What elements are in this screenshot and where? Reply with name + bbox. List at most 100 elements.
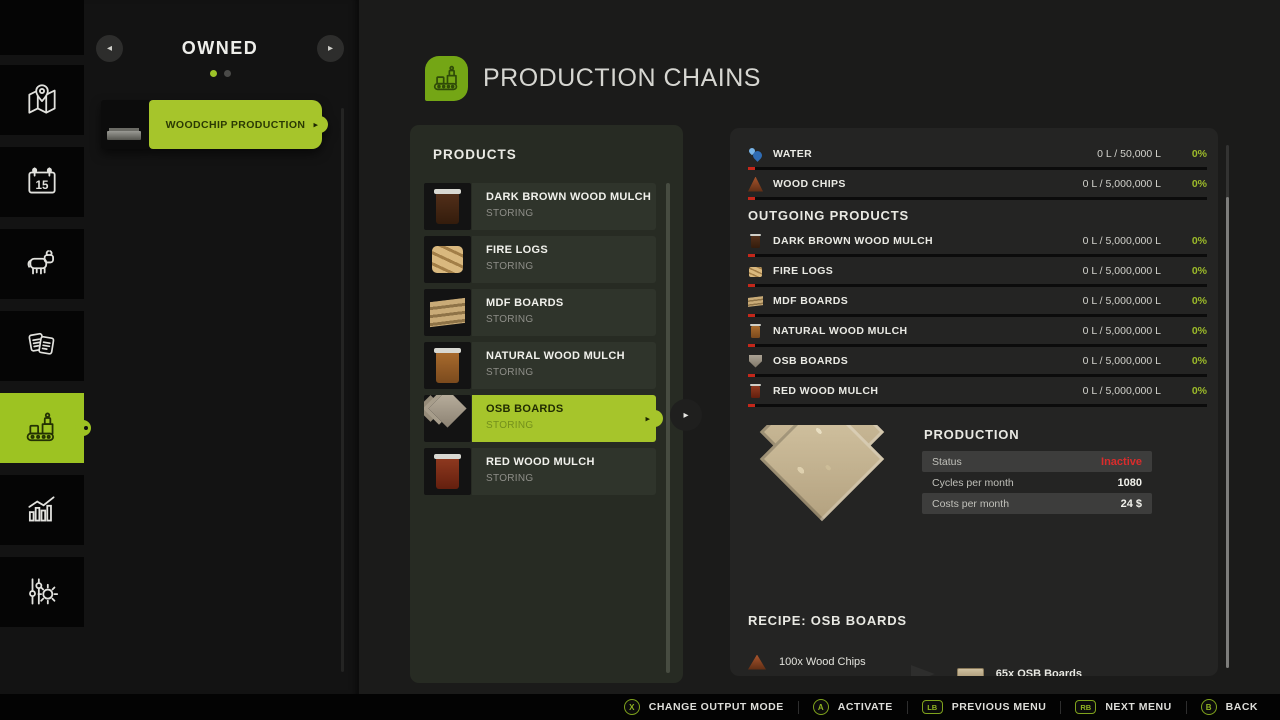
owned-item-label: WOODCHIP PRODUCTION (166, 119, 306, 131)
stock-amount: 0 L / 5,000,000 L (1083, 265, 1161, 277)
production-row-cycles: Cycles per month 1080 (922, 472, 1152, 493)
outgoing-products: DARK BROWN WOOD MULCH 0 L / 5,000,000 L … (748, 233, 1207, 407)
page-dots (96, 70, 344, 77)
production-info: PRODUCTION Status Inactive Cycles per mo… (755, 425, 1218, 553)
recipe-input: 100x Wood Chips (779, 656, 866, 668)
osb-boards-image (755, 425, 890, 553)
product-thumbnail (424, 183, 471, 230)
mdf-boards-icon (748, 294, 763, 309)
chevron-right-icon: ▸ (313, 119, 318, 130)
product-status: STORING (486, 367, 656, 378)
product-name: NATURAL WOOD MULCH (486, 350, 656, 362)
product-item-fire-logs[interactable]: FIRE LOGS STORING (424, 236, 656, 283)
product-name: FIRE LOGS (486, 244, 656, 256)
product-item-natural-wood-mulch[interactable]: NATURAL WOOD MULCH STORING (424, 342, 656, 389)
sidebar-item-statistics[interactable] (0, 475, 84, 545)
hint-label: ACTIVATE (838, 701, 893, 713)
previous-menu-button[interactable]: LB PREVIOUS MENU (908, 700, 1061, 714)
settings-icon (23, 573, 61, 611)
product-item-dark-brown-wood-mulch[interactable]: DARK BROWN WOOD MULCH STORING (424, 183, 656, 230)
stock-name: NATURAL WOOD MULCH (773, 325, 1083, 337)
owned-item-banner: WOODCHIP PRODUCTION ▸ (149, 100, 322, 149)
column-divider (358, 0, 359, 694)
row-value: 24 $ (1121, 498, 1142, 510)
activate-button[interactable]: A ACTIVATE (799, 699, 907, 715)
stock-name: WOOD CHIPS (773, 178, 1083, 190)
sidebar-item-finances[interactable] (0, 311, 84, 381)
owned-next-button[interactable]: ▸ (317, 35, 344, 62)
owned-title: OWNED (182, 38, 259, 59)
next-menu-button[interactable]: RB NEXT MENU (1061, 700, 1185, 714)
outgoing-products-title: OUTGOING PRODUCTS (748, 208, 1207, 223)
production-chains-icon (425, 56, 468, 101)
dark-brown-wood-mulch-icon (748, 234, 763, 249)
fill-bar (748, 404, 1207, 407)
product-name: MDF BOARDS (486, 297, 656, 309)
gamepad-rb-icon: RB (1075, 700, 1096, 714)
detail-scrollbar[interactable] (1226, 145, 1229, 668)
owned-header: ◂ OWNED ▸ (96, 35, 344, 62)
stock-row-water: WATER 0 L / 50,000 L 0% (748, 146, 1207, 162)
hint-label: BACK (1226, 701, 1258, 713)
fire-logs-icon (748, 264, 763, 279)
stock-row-red-wood-mulch: RED WOOD MULCH 0 L / 5,000,000 L 0% (748, 383, 1207, 399)
page-title: PRODUCTION CHAINS (483, 64, 761, 93)
product-item-red-wood-mulch[interactable]: RED WOOD MULCH STORING (424, 448, 656, 495)
production-row-costs: Costs per month 24 $ (922, 493, 1152, 514)
stock-name: RED WOOD MULCH (773, 385, 1083, 397)
stock-row-fire-logs: FIRE LOGS 0 L / 5,000,000 L 0% (748, 263, 1207, 279)
controller-hints-bar: X CHANGE OUTPUT MODE A ACTIVATE LB PREVI… (0, 694, 1280, 720)
hint-label: PREVIOUS MENU (952, 701, 1047, 713)
fill-bar (748, 314, 1207, 317)
owned-prev-button[interactable]: ◂ (96, 35, 123, 62)
product-status: STORING (486, 420, 656, 431)
chevron-right-icon: ▸ (683, 410, 688, 421)
production-title: PRODUCTION (924, 427, 1152, 442)
sidebar-item-animals[interactable] (0, 229, 84, 299)
fill-bar (748, 167, 1207, 170)
owned-item-woodchip-production[interactable]: WOODCHIP PRODUCTION ▸ (101, 100, 322, 149)
row-value: 1080 (1118, 477, 1142, 489)
stock-percent: 0% (1177, 385, 1207, 397)
product-name: OSB BOARDS (486, 403, 656, 415)
product-item-mdf-boards[interactable]: MDF BOARDS STORING (424, 289, 656, 336)
arrow-right-icon (911, 665, 935, 676)
sidebar-item-settings[interactable] (0, 557, 84, 627)
product-item-osb-boards-selected[interactable]: OSB BOARDS STORING ▸ (424, 395, 656, 442)
owned-scrollbar[interactable] (341, 108, 344, 672)
stock-name: MDF BOARDS (773, 295, 1083, 307)
products-scrollbar[interactable] (666, 183, 670, 673)
gamepad-b-icon: B (1201, 699, 1217, 715)
product-thumbnail (424, 236, 471, 283)
stock-amount: 0 L / 5,000,000 L (1083, 235, 1161, 247)
cow-icon (23, 245, 61, 283)
recipe-output: 65x OSB Boards (996, 668, 1082, 676)
calendar-icon: 15 (23, 163, 61, 201)
row-label: Status (932, 456, 1101, 468)
detail-panel: WATER 0 L / 50,000 L 0% WOOD CHIPS 0 L /… (730, 128, 1218, 676)
stock-percent: 0% (1177, 325, 1207, 337)
product-status: STORING (486, 208, 656, 219)
sidebar-item-calendar[interactable]: 15 (0, 147, 84, 217)
water-icon (748, 147, 763, 162)
stock-percent: 0% (1177, 148, 1207, 160)
hint-label: CHANGE OUTPUT MODE (649, 701, 784, 713)
expand-detail-arrow[interactable]: ▸ (670, 399, 702, 431)
product-name: RED WOOD MULCH (486, 456, 656, 468)
wood-chips-icon (748, 655, 766, 670)
stock-amount: 0 L / 5,000,000 L (1083, 295, 1161, 307)
product-thumbnail (424, 289, 471, 336)
product-status: STORING (486, 314, 656, 325)
change-output-mode-button[interactable]: X CHANGE OUTPUT MODE (610, 699, 798, 715)
sidebar-item-map[interactable] (0, 65, 84, 135)
stock-name: WATER (773, 148, 1097, 160)
sidebar-spacer-tile (0, 0, 84, 55)
sidebar-item-production[interactable] (0, 393, 84, 463)
stock-row-dark-brown-wood-mulch: DARK BROWN WOOD MULCH 0 L / 5,000,000 L … (748, 233, 1207, 249)
back-button[interactable]: B BACK (1187, 699, 1272, 715)
stock-amount: 0 L / 5,000,000 L (1083, 385, 1161, 397)
status-badge: Inactive (1101, 456, 1142, 468)
stock-row-natural-wood-mulch: NATURAL WOOD MULCH 0 L / 5,000,000 L 0% (748, 323, 1207, 339)
map-icon (23, 81, 61, 119)
gamepad-x-icon: X (624, 699, 640, 715)
